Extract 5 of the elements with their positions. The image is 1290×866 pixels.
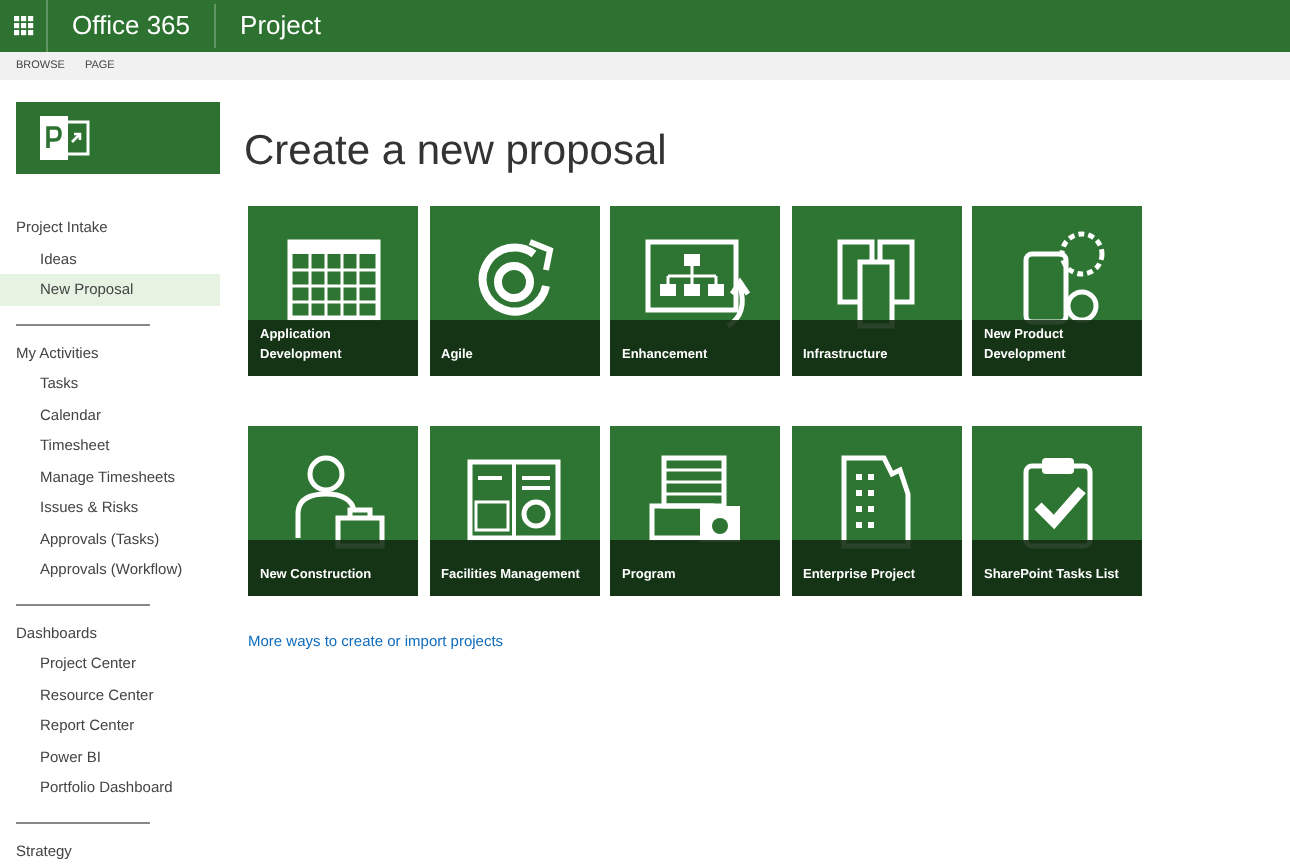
waffle-icon [13,16,33,36]
app-title: Project [238,8,323,45]
project-logo-icon [40,112,92,164]
page-title: Create a new proposal [244,126,669,178]
suite-title: Office 365 [48,4,217,48]
